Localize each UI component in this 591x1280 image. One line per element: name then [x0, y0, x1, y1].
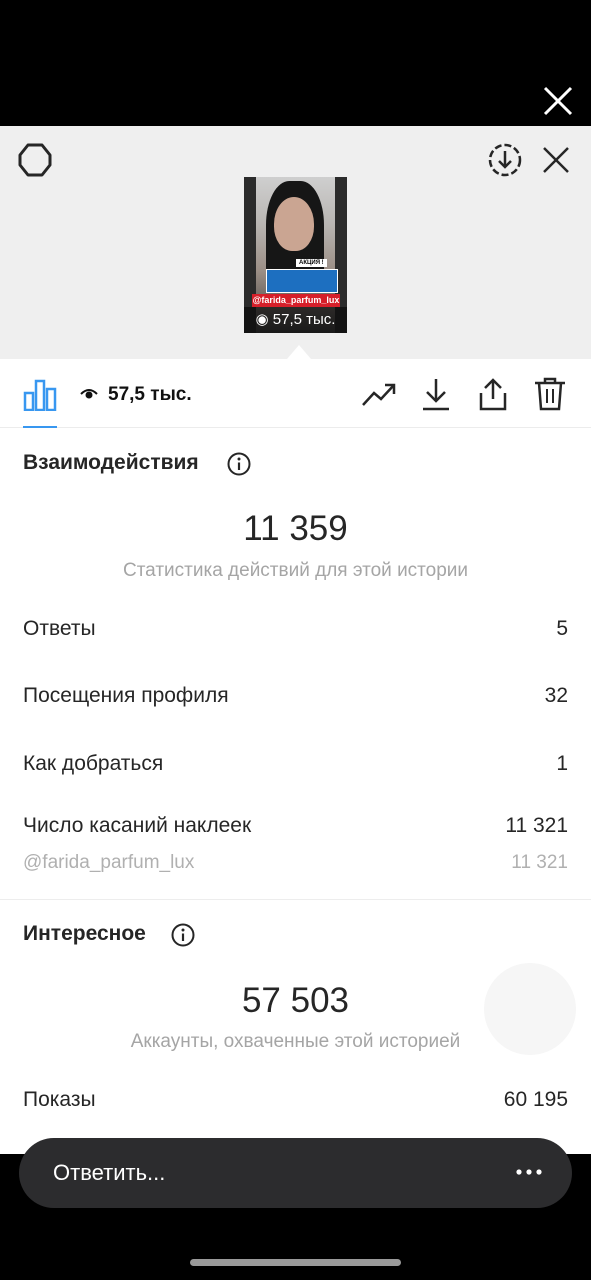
close-icon[interactable] [543, 86, 573, 116]
insights-sheet: 57,5 тыс. Взаимодействия 11 359 Статисти… [0, 359, 591, 1154]
sticker-taps-value: 11 321 [505, 814, 568, 837]
home-indicator [190, 1259, 401, 1266]
mention-sticker-value: 11 321 [511, 852, 568, 873]
top-black-bar [0, 0, 591, 126]
reach-total: 57 503 [241, 981, 350, 1020]
story-preview-area: АКЦИЯ ! @farida_parfum_lux ◉ 57,5 тыс. [0, 126, 591, 359]
thumbnail-pointer [287, 345, 311, 359]
interactions-caption: Статистика действий для этой истории [122, 560, 469, 581]
replies-value: 5 [556, 617, 568, 640]
info-icon[interactable] [171, 923, 195, 947]
replies-label: Ответы [23, 617, 96, 640]
reply-input[interactable]: Ответить... [19, 1138, 572, 1208]
story-photo-face [274, 197, 314, 251]
download-icon[interactable] [418, 377, 454, 411]
impressions-value: 60 195 [503, 1088, 568, 1111]
trending-icon[interactable] [361, 377, 397, 411]
interactions-total: 11 359 [243, 509, 348, 548]
sticker-taps-label: Число касаний наклеек [23, 814, 252, 837]
story-mention-sticker: @farida_parfum_lux [252, 294, 340, 307]
trash-icon[interactable] [532, 377, 568, 411]
save-story-icon[interactable] [488, 143, 522, 177]
story-views-overlay: ◉ 57,5 тыс. [244, 307, 347, 333]
story-promo-badge: АКЦИЯ ! [296, 259, 327, 267]
bar-chart-icon[interactable] [23, 379, 57, 411]
close-icon[interactable] [542, 146, 570, 174]
insights-toolbar: 57,5 тыс. [0, 359, 591, 428]
mention-sticker-label: @farida_parfum_lux [23, 852, 195, 873]
story-views-count: 57,5 тыс. [272, 311, 336, 328]
reach-caption: Аккаунты, охваченные этой историей [130, 1031, 461, 1052]
eye-icon [80, 389, 98, 399]
get-directions-label: Как добраться [23, 752, 164, 775]
profile-visits-label: Посещения профиля [23, 684, 229, 707]
reply-placeholder: Ответить... [53, 1160, 166, 1185]
impressions-label: Показы [23, 1088, 96, 1111]
get-directions-value: 1 [556, 752, 568, 775]
views-count: 57,5 тыс. [108, 384, 192, 405]
share-icon[interactable] [475, 377, 511, 411]
more-options-icon[interactable] [516, 1166, 542, 1178]
story-thumbnail[interactable]: АКЦИЯ ! @farida_parfum_lux ◉ 57,5 тыс. [244, 177, 347, 333]
story-text-box [266, 269, 338, 293]
settings-gear-icon[interactable] [17, 142, 53, 178]
profile-visits-value: 32 [544, 684, 568, 707]
section-divider [0, 899, 591, 900]
info-icon[interactable] [227, 452, 251, 476]
active-tab-underline [23, 426, 57, 428]
interactions-title: Взаимодействия [23, 451, 199, 474]
discovery-title: Интересное [23, 922, 146, 945]
